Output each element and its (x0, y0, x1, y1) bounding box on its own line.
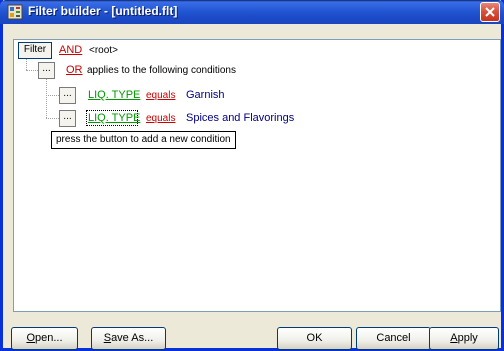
condition-comparison-link[interactable]: equals (146, 113, 175, 124)
save-as-button-mnemonic: S (103, 332, 112, 344)
root-operator-link[interactable]: AND (59, 44, 82, 56)
close-icon (485, 7, 495, 17)
open-button-mnemonic: O (26, 332, 36, 344)
filter-tree-area[interactable]: Filter AND <root> ... OR applies to the … (13, 39, 501, 312)
save-as-button[interactable]: Save As... (91, 327, 166, 350)
group-options-button[interactable]: ... (38, 62, 55, 79)
tree-connector (46, 95, 59, 96)
open-button-label: pen... (35, 332, 63, 344)
title-bar[interactable]: Filter builder - [untitled.flt] (0, 0, 504, 24)
condition-field-link[interactable]: LIQ. TYPE (88, 89, 140, 101)
save-as-button-label: ave As... (111, 332, 154, 344)
tree-connector (26, 59, 27, 70)
group-label: applies to the following conditions (87, 65, 236, 76)
close-button[interactable] (480, 2, 500, 22)
window-title: Filter builder - [untitled.flt] (28, 4, 178, 18)
add-condition-tooltip: press the button to add a new condition (51, 131, 236, 149)
filter-button[interactable]: Filter (18, 42, 52, 59)
open-button[interactable]: Open... (11, 327, 78, 350)
condition-options-button[interactable]: ... (59, 110, 76, 127)
condition-comparison-link[interactable]: equals (146, 90, 175, 101)
filter-builder-window: Filter builder - [untitled.flt] Filter A… (0, 0, 504, 351)
filter-builder-app-icon (7, 4, 23, 20)
condition-field-link[interactable]: LIQ. TYPE (88, 112, 140, 124)
condition-value[interactable]: Garnish (186, 89, 225, 101)
condition-value[interactable]: Spices and Flavorings (186, 112, 294, 124)
group-operator-link[interactable]: OR (66, 64, 83, 76)
apply-button[interactable]: Apply (429, 327, 499, 350)
tree-connector (26, 70, 38, 71)
ok-button[interactable]: OK (277, 327, 352, 350)
tree-connector (46, 118, 59, 119)
condition-options-button[interactable]: ... (59, 87, 76, 104)
tree-connector (46, 79, 47, 118)
apply-button-mnemonic: A (450, 332, 458, 344)
root-label: <root> (89, 45, 118, 56)
cancel-button[interactable]: Cancel (356, 327, 431, 350)
apply-button-label: pply (457, 332, 478, 344)
